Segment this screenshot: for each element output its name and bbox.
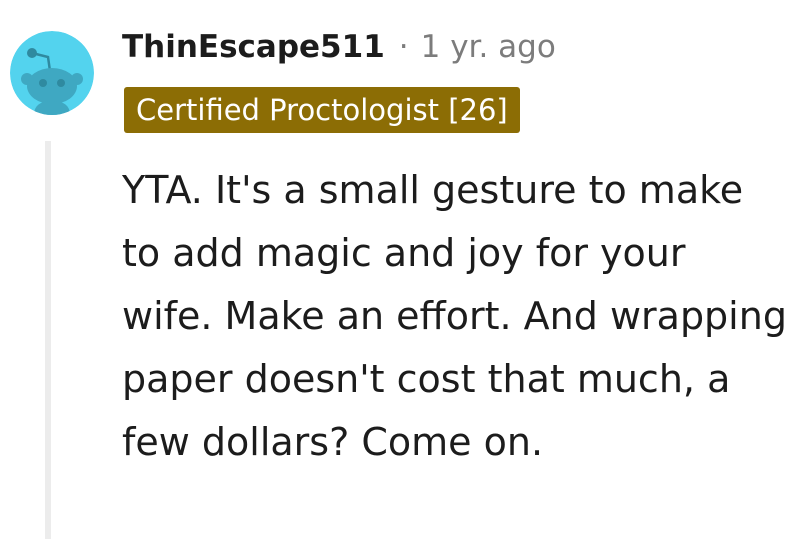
user-flair-badge: Certified Proctologist [26] bbox=[124, 87, 520, 133]
username-link[interactable]: ThinEscape511 bbox=[122, 29, 385, 65]
comment-body: YTA. It's a small gesture to make to add… bbox=[122, 168, 787, 464]
meta-separator: · bbox=[398, 29, 409, 65]
comment-header: ThinEscape511 · 1 yr. ago bbox=[122, 24, 556, 70]
avatar[interactable] bbox=[10, 31, 94, 115]
thread-collapse-line[interactable] bbox=[45, 141, 51, 539]
comment: ThinEscape511 · 1 yr. ago Certified Proc… bbox=[0, 0, 803, 539]
reddit-snoo-avatar-icon bbox=[10, 31, 94, 115]
timestamp-link[interactable]: 1 yr. ago bbox=[421, 29, 556, 65]
